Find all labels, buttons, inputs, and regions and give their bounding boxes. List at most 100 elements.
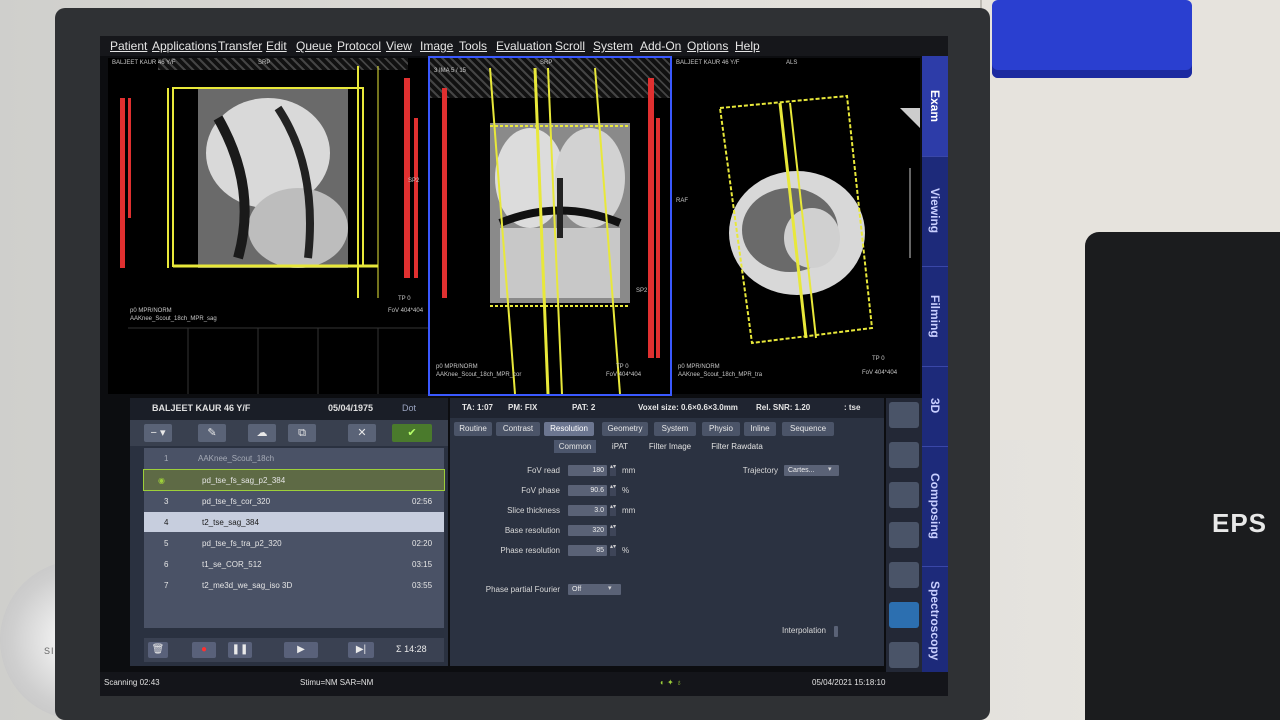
- vp-center-norm: p0 MPR/NORM: [436, 364, 478, 370]
- transport-controls: 🗑 ● ❚❚ ▶ ▶| Σ 14:28: [144, 638, 444, 662]
- close-icon[interactable]: ✕: [348, 424, 376, 442]
- vp-left-norm: p0 MPR/NORM: [130, 308, 172, 314]
- menu-protocol[interactable]: Protocol: [337, 39, 381, 53]
- queue-row[interactable]: 5 pd_tse_fs_tra_p2_320 02:20: [144, 533, 444, 553]
- queue-row[interactable]: 7 t2_me3d_we_sag_iso 3D 03:55: [144, 575, 444, 595]
- tab-resolution[interactable]: Resolution: [544, 422, 594, 436]
- queue-row-running[interactable]: ◉ pd_tse_fs_sag_p2_384: [143, 469, 445, 491]
- phase-partial-fourier-select[interactable]: Off: [568, 584, 621, 595]
- body-sar-icon[interactable]: [889, 602, 919, 628]
- menu-help[interactable]: Help: [735, 39, 760, 53]
- viewport-sagittal[interactable]: BALJEET KAUR 46 Y/F SRP SP2 p0 MPR/NORM …: [108, 58, 428, 394]
- slice-thickness-field[interactable]: 3.0: [568, 505, 607, 516]
- viewport-axial[interactable]: BALJEET KAUR 46 Y/F ALS RAF p0 MPR/NORM …: [672, 58, 920, 394]
- cloud-icon[interactable]: ☁: [248, 424, 276, 442]
- right-task-tabs: Exam Viewing Filming 3D Composing Spectr…: [922, 56, 948, 677]
- tab-physio[interactable]: Physio: [702, 422, 740, 436]
- interpolation-label: Interpolation: [781, 626, 826, 635]
- tab-sequence[interactable]: Sequence: [782, 422, 834, 436]
- scan-queue: 1 AAKnee_Scout_18ch ◉ pd_tse_fs_sag_p2_38…: [143, 448, 445, 628]
- protocol-panel: TA: 1:07 PM: FIX PAT: 2 Voxel size: 0.6×…: [450, 398, 884, 666]
- trash-icon[interactable]: 🗑: [148, 642, 168, 658]
- tab-contrast[interactable]: Contrast: [496, 422, 540, 436]
- stop-icon[interactable]: ●: [192, 642, 216, 658]
- pm-value: PM: FIX: [508, 403, 538, 412]
- subtab-filter-rawdata[interactable]: Filter Rawdata: [704, 440, 770, 453]
- coronal-image: [442, 67, 660, 394]
- tab-system[interactable]: System: [654, 422, 696, 436]
- pause-icon[interactable]: ❚❚: [228, 642, 252, 658]
- slice-thickness-label: Slice thickness: [507, 506, 560, 515]
- copy-icon[interactable]: ⧉: [288, 424, 316, 442]
- menu-add-on[interactable]: Add-On: [640, 39, 681, 53]
- tab-3d[interactable]: 3D: [922, 366, 948, 447]
- chevron-down-icon: ▾: [828, 466, 832, 473]
- fov-phase-field[interactable]: 90.6: [568, 485, 607, 496]
- vp-center-image-index: 3 IMA 5 / 15: [434, 68, 467, 74]
- table-icon[interactable]: [889, 442, 919, 468]
- vp-right-series: AAKnee_Scout_18ch_MPR_tra: [678, 372, 763, 378]
- menu-options[interactable]: Options: [687, 39, 728, 53]
- viewport-coronal[interactable]: 3 IMA 5 / 15 SRP SP2 p0 MPR/NORM AAKnee_…: [428, 56, 672, 396]
- vp-right-norm: p0 MPR/NORM: [678, 364, 720, 370]
- vp-left-fov: FoV 404*404: [388, 308, 424, 314]
- head-coil-icon[interactable]: [889, 402, 919, 428]
- menu-tools[interactable]: Tools: [459, 39, 487, 53]
- layout-icon[interactable]: [889, 562, 919, 588]
- menu-scroll[interactable]: Scroll: [555, 39, 585, 53]
- subtab-ipat[interactable]: iPAT: [606, 440, 634, 453]
- tab-composing[interactable]: Composing: [922, 446, 948, 567]
- spinner-icon[interactable]: ▴▾: [610, 504, 616, 516]
- menu-transfer[interactable]: Transfer: [218, 39, 262, 53]
- menu-evaluation[interactable]: Evaluation: [496, 39, 552, 53]
- patient-queue-panel: BALJEET KAUR 46 Y/F 05/04/1975 Dot − ▾ ✎…: [130, 398, 448, 666]
- menu-system[interactable]: System: [593, 39, 633, 53]
- fov-read-unit: mm: [622, 466, 636, 475]
- menu-view[interactable]: View: [386, 39, 412, 53]
- tab-geometry[interactable]: Geometry: [602, 422, 648, 436]
- play-icon[interactable]: ▶: [284, 642, 318, 658]
- menu-patient[interactable]: Patient: [110, 39, 147, 53]
- tab-viewing[interactable]: Viewing: [922, 156, 948, 267]
- search-icon[interactable]: [889, 642, 919, 668]
- queue-row[interactable]: 1 AAKnee_Scout_18ch: [144, 448, 444, 468]
- vp-left-orientation: SRP: [258, 60, 271, 66]
- spinner-icon[interactable]: ▴▾: [610, 464, 616, 476]
- spinner-icon[interactable]: ▴▾: [610, 544, 616, 556]
- fov-read-field[interactable]: 180: [568, 465, 607, 476]
- tab-inline[interactable]: Inline: [744, 422, 776, 436]
- spinner-icon[interactable]: ▴▾: [610, 524, 616, 536]
- patient-position-icon[interactable]: [889, 482, 919, 508]
- subtab-filter-image[interactable]: Filter Image: [642, 440, 698, 453]
- physio-icon[interactable]: [889, 522, 919, 548]
- tab-exam[interactable]: Exam: [922, 56, 948, 157]
- spinner-icon[interactable]: ▴▾: [610, 484, 616, 496]
- base-resolution-field[interactable]: 320: [568, 525, 607, 536]
- vp-right-orientation: ALS: [786, 60, 798, 66]
- menu-image[interactable]: Image: [420, 39, 453, 53]
- vp-left-patient: BALJEET KAUR 46 Y/F: [112, 60, 176, 66]
- minus-dropdown-button[interactable]: − ▾: [144, 424, 172, 442]
- phase-resolution-field[interactable]: 85: [568, 545, 607, 556]
- subtab-common[interactable]: Common: [554, 440, 596, 453]
- tab-spectroscopy[interactable]: Spectroscopy: [922, 566, 948, 677]
- menu-applications[interactable]: Applications: [152, 39, 217, 53]
- vp-left-side-tag: SP2: [408, 178, 420, 184]
- apply-check-icon[interactable]: ✔: [392, 424, 432, 442]
- skip-next-icon[interactable]: ▶|: [348, 642, 374, 658]
- tab-routine[interactable]: Routine: [454, 422, 492, 436]
- queue-row[interactable]: 6 t1_se_COR_512 03:15: [144, 554, 444, 574]
- pencil-icon[interactable]: ✎: [198, 424, 226, 442]
- rel-snr: Rel. SNR: 1.20: [756, 403, 811, 412]
- ta-value: TA: 1:07: [462, 403, 493, 412]
- queue-row[interactable]: 3 pd_tse_fs_cor_320 02:56: [144, 491, 444, 511]
- fov-read-label: FoV read: [527, 466, 560, 475]
- scanning-status: Scanning 02:43: [104, 678, 160, 687]
- printer: [1085, 232, 1280, 720]
- menu-edit[interactable]: Edit: [266, 39, 287, 53]
- interpolation-checkbox[interactable]: [834, 626, 838, 637]
- tab-filming[interactable]: Filming: [922, 266, 948, 367]
- dot-button[interactable]: Dot: [402, 403, 416, 413]
- menu-queue[interactable]: Queue: [296, 39, 332, 53]
- queue-row-selected[interactable]: 4 t2_tse_sag_384: [144, 512, 444, 532]
